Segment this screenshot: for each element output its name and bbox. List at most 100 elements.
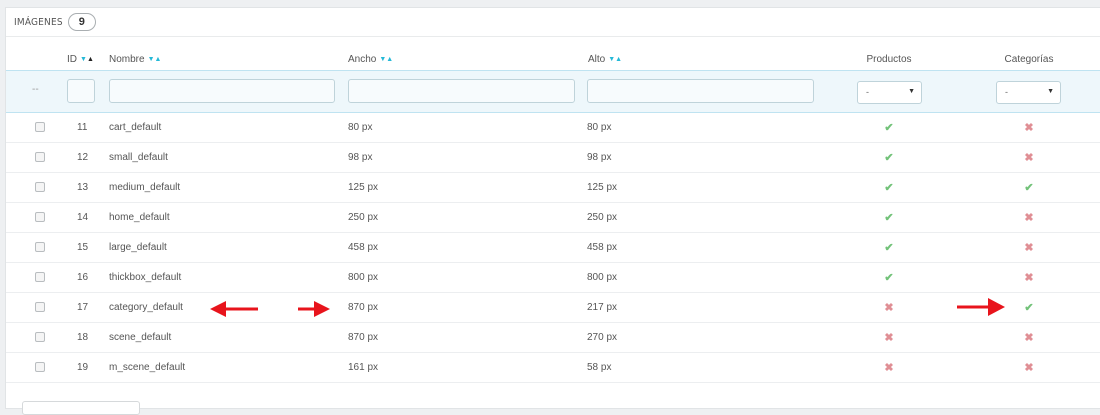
filter-placeholder: -- xyxy=(32,84,39,95)
row-checkbox[interactable] xyxy=(35,272,45,282)
cell-name: scene_default xyxy=(109,332,172,343)
column-header-height[interactable]: Alto ▼ ▲ xyxy=(588,54,622,65)
column-label-products: Productos xyxy=(866,54,912,65)
filter-width-input[interactable] xyxy=(348,79,575,103)
cell-name: small_default xyxy=(109,152,168,163)
sort-asc-icon[interactable]: ▲ xyxy=(155,56,162,63)
cell-height: 98 px xyxy=(587,152,612,163)
cross-icon: ✖ xyxy=(1024,272,1034,284)
cell-id: 13 xyxy=(77,182,89,193)
row-checkbox[interactable] xyxy=(35,362,45,372)
sort-desc-icon[interactable]: ▼ xyxy=(148,56,155,63)
column-header-width[interactable]: Ancho ▼ ▲ xyxy=(348,54,393,65)
filter-height-input[interactable] xyxy=(587,79,814,103)
cell-height: 270 px xyxy=(587,332,618,343)
cell-width: 870 px xyxy=(348,302,379,313)
check-icon: ✔ xyxy=(884,122,894,134)
cross-icon: ✖ xyxy=(884,332,894,344)
filter-name-input[interactable] xyxy=(109,79,335,103)
column-label-categories: Categorías xyxy=(1004,54,1054,65)
chevron-down-icon: ▼ xyxy=(1047,88,1054,95)
cell-id: 18 xyxy=(77,332,89,343)
column-header-products: Productos xyxy=(850,54,928,65)
row-checkbox[interactable] xyxy=(35,302,45,312)
sort-asc-icon[interactable]: ▲ xyxy=(87,56,94,63)
cell-id: 15 xyxy=(77,242,89,253)
select-value: - xyxy=(866,87,869,97)
cell-width: 458 px xyxy=(348,242,379,253)
cell-id: 11 xyxy=(77,122,88,133)
cell-id: 16 xyxy=(77,272,89,283)
column-header-name[interactable]: Nombre ▼ ▲ xyxy=(109,54,161,65)
cell-name: m_scene_default xyxy=(109,362,186,373)
cell-name: home_default xyxy=(109,212,170,223)
table-row[interactable]: 11 cart_default 80 px 80 px ✔ ✖ xyxy=(6,113,1100,143)
cell-id: 12 xyxy=(77,152,89,163)
heading-divider xyxy=(6,36,1100,37)
table-row[interactable]: 13 medium_default 125 px 125 px ✔ ✔ xyxy=(6,173,1100,203)
cell-width: 98 px xyxy=(348,152,373,163)
cell-height: 217 px xyxy=(587,302,618,313)
sort-desc-icon[interactable]: ▼ xyxy=(379,56,386,63)
row-checkbox[interactable] xyxy=(35,332,45,342)
cross-icon: ✖ xyxy=(1024,332,1034,344)
arrow-right-icon xyxy=(957,298,1005,316)
cell-id: 17 xyxy=(77,302,89,313)
table-row[interactable]: 15 large_default 458 px 458 px ✔ ✖ xyxy=(6,233,1100,263)
cell-name: medium_default xyxy=(109,182,181,193)
check-icon: ✔ xyxy=(884,242,894,254)
panel-title: IMÁGENES xyxy=(14,16,63,28)
table-row[interactable]: 12 small_default 98 px 98 px ✔ ✖ xyxy=(6,143,1100,173)
table-row[interactable]: 19 m_scene_default 161 px 58 px ✖ ✖ xyxy=(6,353,1100,383)
chevron-down-icon: ▼ xyxy=(908,88,915,95)
cell-width: 161 px xyxy=(348,362,379,373)
sort-asc-icon[interactable]: ▲ xyxy=(386,56,393,63)
row-checkbox[interactable] xyxy=(35,182,45,192)
cell-id: 14 xyxy=(77,212,89,223)
row-checkbox[interactable] xyxy=(35,152,45,162)
select-value: - xyxy=(1005,87,1008,97)
sort-desc-icon[interactable]: ▼ xyxy=(608,56,615,63)
cell-height: 250 px xyxy=(587,212,618,223)
check-icon: ✔ xyxy=(884,182,894,194)
cell-height: 80 px xyxy=(587,122,612,133)
cross-icon: ✖ xyxy=(884,362,894,374)
sort-asc-icon[interactable]: ▲ xyxy=(615,56,622,63)
bulk-actions-button[interactable] xyxy=(22,401,140,415)
column-header-id[interactable]: ID ▼ ▲ xyxy=(67,54,94,65)
filter-row: -- - ▼ - ▼ xyxy=(6,70,1100,113)
cell-name: large_default xyxy=(109,242,167,253)
cell-height: 800 px xyxy=(587,272,618,283)
check-icon: ✔ xyxy=(884,152,894,164)
sort-desc-icon[interactable]: ▼ xyxy=(80,56,87,63)
row-checkbox[interactable] xyxy=(35,212,45,222)
row-checkbox[interactable] xyxy=(35,122,45,132)
arrow-left-icon xyxy=(210,301,258,317)
filter-products-select[interactable]: - ▼ xyxy=(857,81,922,104)
cell-height: 125 px xyxy=(587,182,618,193)
cell-name: thickbox_default xyxy=(109,272,182,283)
check-icon: ✔ xyxy=(884,272,894,284)
cell-width: 80 px xyxy=(348,122,373,133)
cell-width: 125 px xyxy=(348,182,379,193)
cross-icon: ✖ xyxy=(1024,242,1034,254)
filter-categories-select[interactable]: - ▼ xyxy=(996,81,1061,104)
cell-height: 58 px xyxy=(587,362,612,373)
table-row[interactable]: 18 scene_default 870 px 270 px ✖ ✖ xyxy=(6,323,1100,353)
cell-width: 800 px xyxy=(348,272,379,283)
arrow-right-icon xyxy=(298,301,330,317)
cross-icon: ✖ xyxy=(1024,212,1034,224)
panel-heading: IMÁGENES 9 xyxy=(14,12,96,32)
column-header-categories: Categorías xyxy=(990,54,1068,65)
row-checkbox[interactable] xyxy=(35,242,45,252)
table-row[interactable]: 16 thickbox_default 800 px 800 px ✔ ✖ xyxy=(6,263,1100,293)
filter-id-input[interactable] xyxy=(67,79,95,103)
cell-width: 870 px xyxy=(348,332,379,343)
table-row[interactable]: 14 home_default 250 px 250 px ✔ ✖ xyxy=(6,203,1100,233)
cross-icon: ✖ xyxy=(1024,362,1034,374)
cross-icon: ✖ xyxy=(1024,152,1034,164)
check-icon: ✔ xyxy=(1024,182,1034,194)
cell-name: cart_default xyxy=(109,122,162,133)
table-row[interactable]: 17 category_default 870 px 217 px ✖ ✔ xyxy=(6,293,1100,323)
cross-icon: ✖ xyxy=(1024,122,1034,134)
